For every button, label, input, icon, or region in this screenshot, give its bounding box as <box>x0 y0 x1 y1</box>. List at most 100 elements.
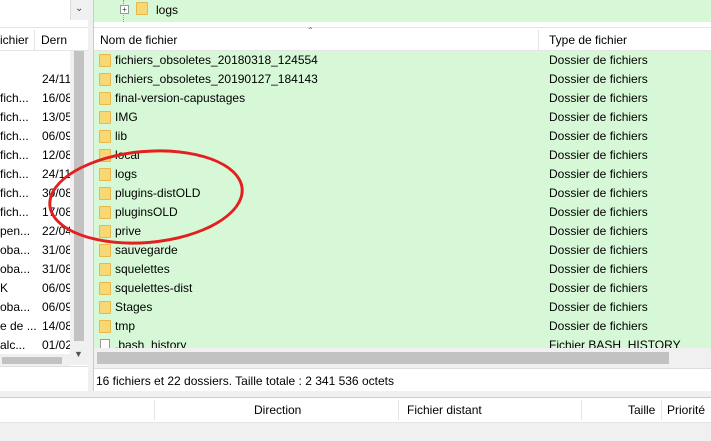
local-list-item[interactable]: fich... 30/08 <box>0 184 73 203</box>
remote-status-text: 16 fichiers et 22 dossiers. Taille total… <box>96 374 394 388</box>
column-filename[interactable]: Nom de fichier <box>100 33 177 47</box>
local-item-date: 22/04 <box>42 224 73 238</box>
local-list-item[interactable]: e de ... 14/08 <box>0 317 72 336</box>
local-item-date: 06/09 <box>42 300 73 314</box>
remote-horizontal-scrollbar[interactable] <box>94 348 711 368</box>
local-item-date: 17/08 <box>42 205 73 219</box>
local-tree-view[interactable] <box>0 0 70 20</box>
local-list-item[interactable]: alc... 01/02 <box>0 336 72 355</box>
column-divider[interactable] <box>538 30 539 50</box>
local-item-name: alc... <box>0 338 26 352</box>
remote-item-type: Dossier de fichiers <box>549 224 648 238</box>
local-list-item[interactable] <box>0 51 70 70</box>
column-divider[interactable] <box>581 400 582 420</box>
column-filetype[interactable]: Type de fichier <box>549 33 627 47</box>
local-column-modified[interactable]: Dern <box>41 32 67 48</box>
folder-icon <box>99 130 111 143</box>
scrollbar-thumb[interactable] <box>74 51 84 341</box>
file-icon <box>100 339 110 348</box>
remote-list-item[interactable]: pluginsOLD Dossier de fichiers <box>94 203 711 222</box>
local-list-item[interactable]: K 06/09 <box>0 279 72 298</box>
remote-file-panel: + logs ⌃ Nom de fichier Type de fichier … <box>93 0 711 391</box>
remote-list-item[interactable]: .bash_history Fichier BASH_HISTORY <box>94 336 711 348</box>
local-tree-scrollbar[interactable]: ⌄ <box>70 0 88 20</box>
remote-item-type: Dossier de fichiers <box>549 53 648 67</box>
tree-item-logs[interactable]: logs <box>156 3 178 17</box>
remote-item-type: Dossier de fichiers <box>549 72 648 86</box>
local-item-name: fich... <box>0 110 29 124</box>
local-item-date: 30/08 <box>42 186 73 200</box>
local-list-header: ichier Dern <box>0 27 88 51</box>
remote-item-type: Dossier de fichiers <box>549 110 648 124</box>
remote-item-name: plugins-distOLD <box>115 186 201 200</box>
remote-list-item[interactable]: prive Dossier de fichiers <box>94 222 711 241</box>
local-column-filename[interactable]: ichier <box>0 32 29 48</box>
remote-list-item[interactable]: squelettes Dossier de fichiers <box>94 260 711 279</box>
remote-item-type: Dossier de fichiers <box>549 319 648 333</box>
local-list-item[interactable]: fich... 06/09 <box>0 127 73 146</box>
remote-list-item[interactable]: logs Dossier de fichiers <box>94 165 711 184</box>
queue-column-size[interactable]: Taille <box>628 403 655 417</box>
column-divider[interactable] <box>661 400 662 420</box>
remote-list-item[interactable]: Stages Dossier de fichiers <box>94 298 711 317</box>
local-file-panel: ⌄ ichier Dern 24/11 fich... 16/08 fich... 13… <box>0 0 88 391</box>
local-list-item[interactable]: oba... 06/09 <box>0 298 73 317</box>
chevron-down-icon[interactable]: ⌄ <box>75 3 83 14</box>
remote-item-type: Dossier de fichiers <box>549 262 648 276</box>
scroll-down-icon[interactable]: ▼ <box>74 349 83 359</box>
queue-column-remote-file[interactable]: Fichier distant <box>407 403 482 417</box>
local-list-item[interactable]: 24/11 <box>0 70 72 89</box>
local-item-date: 31/08 <box>42 243 73 257</box>
queue-list <box>0 423 711 441</box>
remote-list-item[interactable]: tmp Dossier de fichiers <box>94 317 711 336</box>
local-item-date: 16/08 <box>42 91 73 105</box>
remote-list-item[interactable]: final-version-capustages Dossier de fichi… <box>94 89 711 108</box>
local-list-item[interactable]: oba... 31/08 <box>0 260 72 279</box>
queue-column-priority[interactable]: Priorité <box>667 403 705 417</box>
remote-list-item[interactable]: squelettes-dist Dossier de fichiers <box>94 279 711 298</box>
folder-icon <box>99 111 111 124</box>
local-list-item[interactable]: fich... 17/08 <box>0 203 73 222</box>
scrollbar-thumb[interactable] <box>2 357 62 364</box>
remote-list-item[interactable]: lib Dossier de fichiers <box>94 127 711 146</box>
remote-item-type: Dossier de fichiers <box>549 281 648 295</box>
column-divider[interactable] <box>154 400 155 420</box>
column-divider[interactable] <box>398 400 399 420</box>
remote-list-item[interactable]: IMG Dossier de fichiers <box>94 108 711 127</box>
remote-list-item[interactable]: local Dossier de fichiers <box>94 146 711 165</box>
remote-list-item[interactable]: fichiers_obsoletes_20190127_184143 Dossie… <box>94 70 711 89</box>
local-item-date: 24/11 <box>42 72 72 86</box>
local-list-item[interactable]: fich... 13/05 <box>0 108 72 127</box>
queue-column-direction[interactable]: Direction <box>254 403 301 417</box>
remote-file-list: fichiers_obsoletes_20180318_124554 Dossie… <box>94 51 711 348</box>
local-list-item[interactable]: pen... 22/04 <box>0 222 73 241</box>
folder-icon <box>99 263 111 276</box>
folder-icon <box>99 206 111 219</box>
remote-item-name: squelettes <box>115 262 170 276</box>
local-list-item[interactable]: oba... 31/08 <box>0 241 73 260</box>
local-vertical-scrollbar[interactable]: ▼ <box>70 51 88 365</box>
scrollbar-thumb[interactable] <box>97 352 669 364</box>
folder-icon <box>99 320 111 333</box>
local-item-name: fich... <box>0 91 29 105</box>
folder-icon <box>99 149 111 162</box>
remote-list-item[interactable]: sauvegarde Dossier de fichiers <box>94 241 711 260</box>
local-horizontal-scrollbar[interactable] <box>0 354 70 366</box>
remote-item-name: sauvegarde <box>115 243 178 257</box>
column-divider[interactable] <box>34 30 35 50</box>
folder-icon <box>99 244 111 257</box>
remote-item-name: squelettes-dist <box>115 281 193 295</box>
local-list-item[interactable]: fich... 12/08 <box>0 146 72 165</box>
tree-expand-icon[interactable]: + <box>120 5 129 14</box>
remote-list-item[interactable]: fichiers_obsoletes_20180318_124554 Dossie… <box>94 51 711 70</box>
remote-item-name: fichiers_obsoletes_20180318_124554 <box>115 53 318 67</box>
local-item-name: pen... <box>0 224 31 238</box>
local-list-item[interactable]: fich... 16/08 <box>0 89 73 108</box>
local-file-list: 24/11 fich... 16/08 fich... 13/05 fich... 06/0… <box>0 51 73 355</box>
local-item-date: 24/11 <box>42 167 72 181</box>
local-item-name: oba... <box>0 243 31 257</box>
remote-list-item[interactable]: plugins-distOLD Dossier de fichiers <box>94 184 711 203</box>
local-item-date: 06/09 <box>42 129 73 143</box>
local-list-item[interactable]: fich... 24/11 <box>0 165 72 184</box>
folder-icon <box>99 225 111 238</box>
